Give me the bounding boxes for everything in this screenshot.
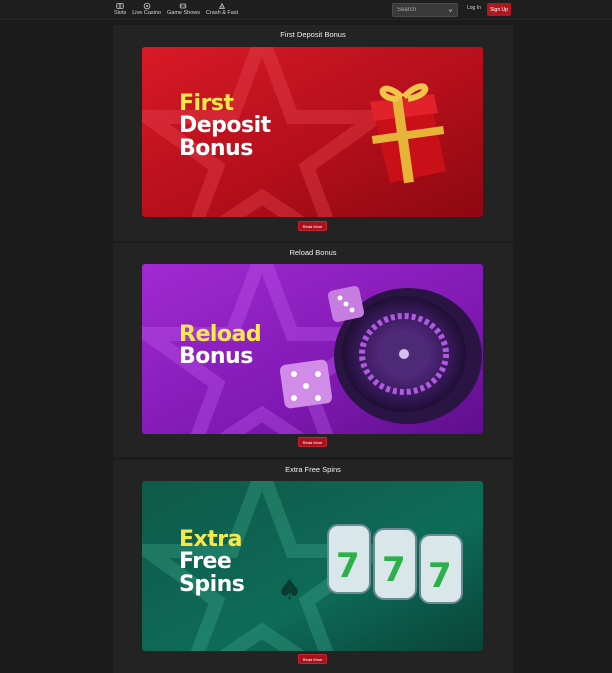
promo-banner[interactable]: ♠ 7 7 7 Extra Free Spins (142, 481, 483, 651)
banner-line: Bonus (179, 135, 253, 161)
live-casino-icon (142, 2, 152, 10)
read-more-button[interactable]: Read More (298, 654, 327, 664)
promo-banner[interactable]: Reload Bonus (142, 264, 483, 434)
banner-line: First (179, 91, 234, 116)
slots-icon (115, 2, 125, 10)
banner-headline: First Deposit Bonus (179, 91, 271, 161)
slot-reels-icon: 7 7 7 (327, 524, 463, 604)
nav-item-label: Crash & Fast (206, 10, 239, 16)
promo-title: First Deposit Bonus (280, 30, 346, 39)
login-button[interactable]: Log In (467, 5, 481, 11)
promo-card-reload: Reload Bonus Reload Bonus Read More (113, 243, 513, 457)
spade-icon: ♠ (277, 573, 302, 606)
promo-title: Reload Bonus (289, 248, 337, 257)
crash-fast-icon (217, 2, 227, 10)
promo-banner[interactable]: First Deposit Bonus (142, 47, 483, 217)
banner-line: Spins (179, 571, 245, 597)
nav-item-live-casino[interactable]: Live Casino (132, 2, 161, 16)
banner-line: Extra (179, 527, 242, 552)
nav-item-label: Slots (114, 10, 127, 16)
banner-line: Bonus (179, 344, 253, 370)
read-more-button[interactable]: Read More (298, 437, 327, 447)
banner-headline: Reload Bonus (179, 322, 262, 370)
top-navigation-bar: Slots Live Casino Game Shows Crash & Fas… (0, 0, 612, 20)
search-input[interactable] (397, 7, 447, 13)
main-nav: Slots Live Casino Game Shows Crash & Fas… (114, 2, 238, 16)
svg-text:7: 7 (336, 546, 360, 586)
read-more-button[interactable]: Read More (298, 221, 327, 231)
search-box[interactable] (392, 3, 458, 17)
svg-text:7: 7 (428, 556, 452, 596)
nav-item-crash-fast[interactable]: Crash & Fast (206, 2, 238, 16)
svg-text:7: 7 (382, 550, 406, 590)
promo-title: Extra Free Spins (285, 465, 341, 474)
nav-item-label: Live Casino (132, 10, 161, 16)
banner-line: Deposit (179, 113, 271, 139)
nav-item-label: Game Shows (166, 10, 200, 16)
promo-card-extra-free-spins: Extra Free Spins ♠ 7 7 7 Extra Free Spin… (113, 460, 513, 673)
nav-item-slots[interactable]: Slots (114, 2, 126, 16)
game-shows-icon (178, 2, 188, 10)
banner-headline: Extra Free Spins (179, 527, 245, 597)
signup-button[interactable]: Sign Up (487, 3, 511, 16)
nav-item-game-shows[interactable]: Game Shows (167, 2, 200, 16)
banner-line: Reload (179, 322, 262, 347)
banner-line: Free (179, 549, 232, 575)
promo-card-first-deposit: First Deposit Bonus First Deposit Bonus (113, 25, 513, 241)
chevron-down-icon (448, 9, 453, 13)
